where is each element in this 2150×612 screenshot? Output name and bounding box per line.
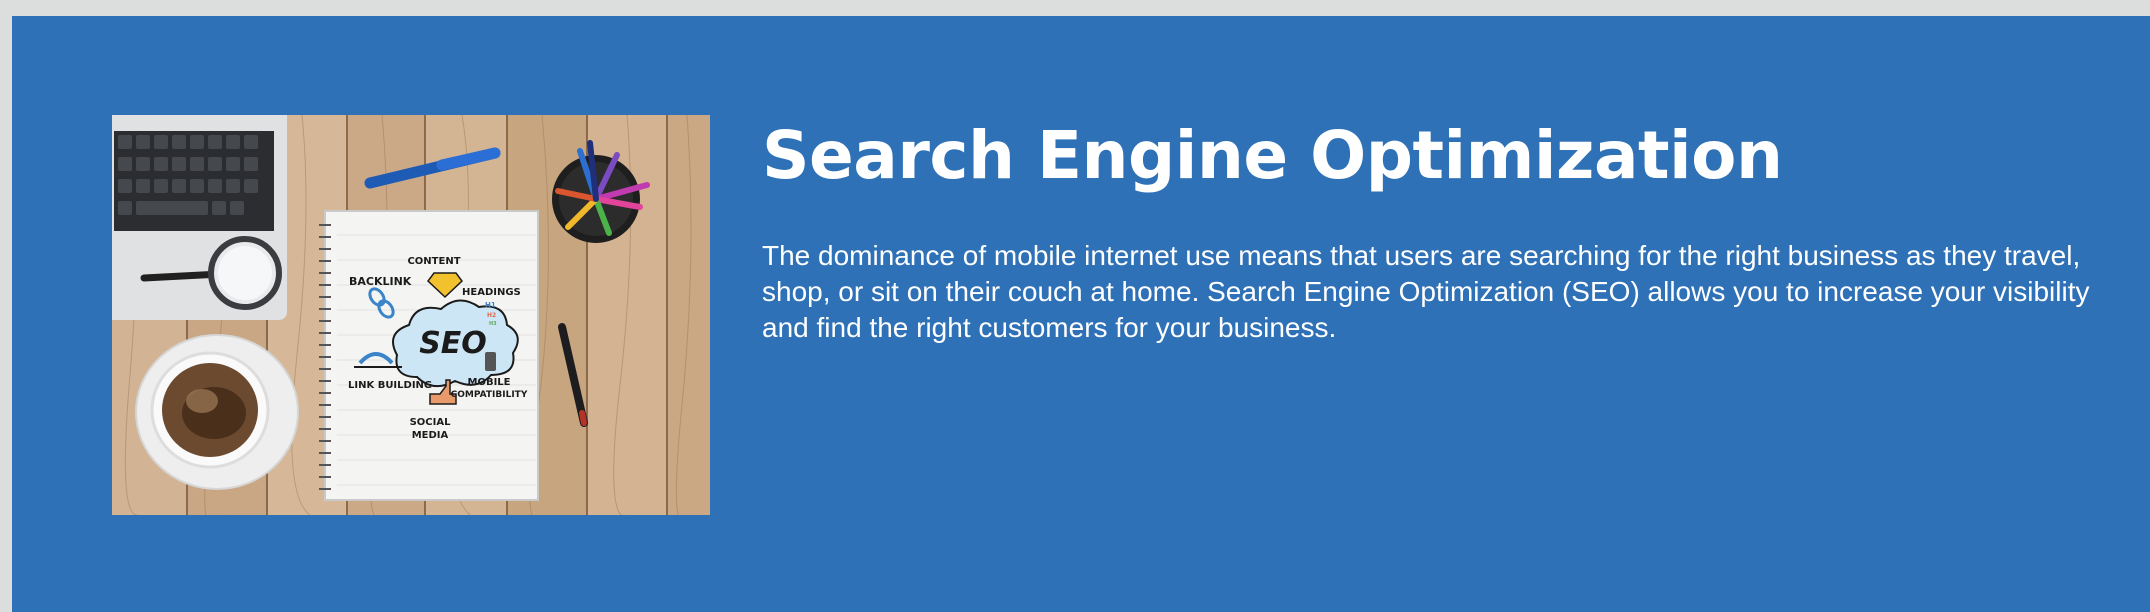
seo-workspace-image: SEO CONTENT BACKLINK HEADINGS H1 H2 H3 L… <box>112 115 710 515</box>
compatibility-label: COMPATIBILITY <box>451 390 528 400</box>
link-building-label: LINK BUILDING <box>348 380 432 391</box>
h1-label: H1 <box>485 301 496 309</box>
mobile-label: MOBILE <box>468 377 511 388</box>
headings-label: HEADINGS <box>462 287 521 298</box>
social-label: SOCIAL <box>410 417 452 428</box>
content-label: CONTENT <box>407 256 460 267</box>
h2-label: H2 <box>487 312 496 319</box>
seo-cloud-word: SEO <box>419 326 487 361</box>
h3-label: H3 <box>489 321 497 327</box>
backlink-label: BACKLINK <box>349 275 412 288</box>
section-title: Search Engine Optimization <box>762 117 1783 194</box>
seo-section: SEO CONTENT BACKLINK HEADINGS H1 H2 H3 L… <box>12 16 2150 612</box>
section-description: The dominance of mobile internet use mea… <box>762 240 2090 343</box>
media-label: MEDIA <box>412 430 449 441</box>
